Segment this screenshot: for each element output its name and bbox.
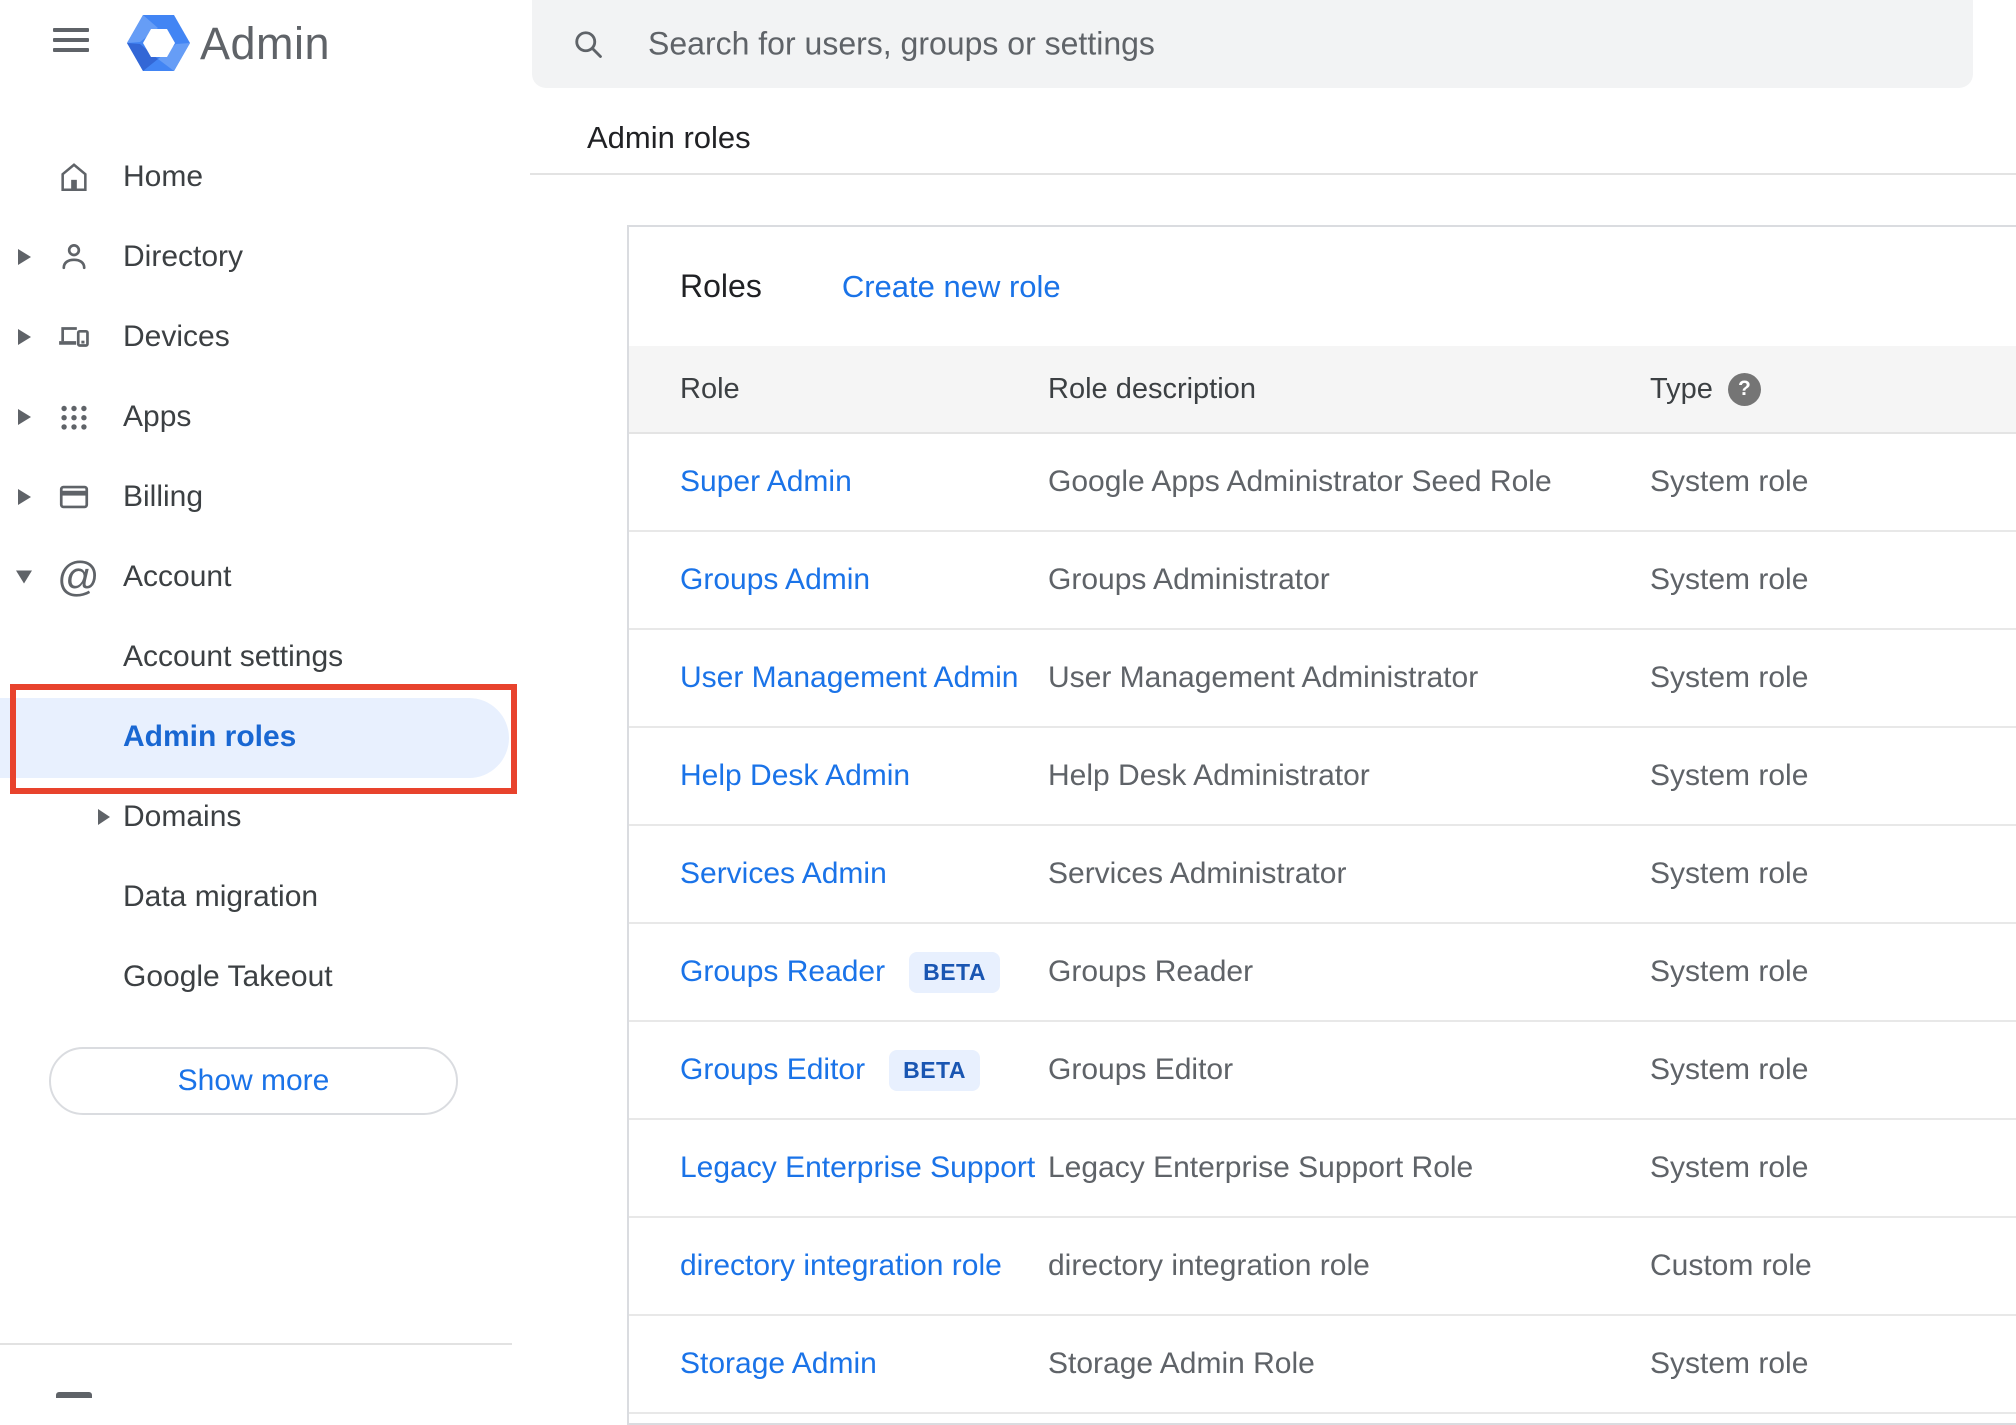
table-row: Legacy Enterprise Support Legacy Enterpr…: [629, 1120, 2016, 1218]
sidebar-item-label: Account settings: [123, 640, 344, 673]
role-link[interactable]: Services Admin: [680, 857, 887, 891]
sidebar-item-label: Devices: [123, 320, 230, 353]
sidebar: Admin Home Directory Devices Apps Billin…: [0, 0, 530, 1398]
role-type: System role: [1650, 955, 1809, 988]
sidebar-item-label: Data migration: [123, 880, 319, 913]
role-link[interactable]: Super Admin: [680, 465, 852, 499]
role-description: Groups Reader: [1048, 955, 1254, 988]
clipped-sidebar-icon: [56, 1392, 92, 1398]
table-body: Super Admin Google Apps Administrator Se…: [629, 434, 2016, 1414]
create-new-role-link[interactable]: Create new role: [842, 269, 1061, 305]
sidebar-item-data-migration[interactable]: Data migration: [0, 857, 530, 937]
sidebar-item-label: Domains: [123, 800, 242, 833]
role-link[interactable]: directory integration role: [680, 1249, 1002, 1283]
person-icon: [57, 240, 91, 274]
role-type: System role: [1650, 759, 1809, 792]
table-row: Groups Admin Groups Administrator System…: [629, 532, 2016, 630]
role-type: System role: [1650, 857, 1809, 890]
table-row: Help Desk Admin Help Desk Administrator …: [629, 728, 2016, 826]
role-description: directory integration role: [1048, 1249, 1370, 1282]
annotation-highlight-box: [10, 684, 517, 794]
search-icon: [570, 26, 606, 62]
card-header: Roles Create new role: [629, 227, 2016, 346]
sidebar-item-billing[interactable]: Billing: [0, 457, 530, 537]
expand-caret-icon[interactable]: [18, 249, 31, 265]
column-header-description: Role description: [1048, 372, 1256, 405]
role-description: User Management Administrator: [1048, 661, 1479, 694]
role-type: System role: [1650, 1053, 1809, 1086]
sidebar-item-label: Apps: [123, 400, 192, 433]
collapse-caret-icon[interactable]: [16, 570, 32, 584]
roles-card: Roles Create new role Role Role descript…: [627, 225, 2016, 1425]
sidebar-item-account[interactable]: @ Account: [0, 537, 530, 617]
at-sign-icon: @: [57, 553, 100, 600]
apps-grid-icon: [57, 400, 91, 434]
role-type: Custom role: [1650, 1249, 1812, 1282]
beta-badge: BETA: [889, 1049, 980, 1091]
role-link[interactable]: Groups Admin: [680, 563, 870, 597]
show-more-button[interactable]: Show more: [49, 1047, 458, 1115]
role-link[interactable]: Help Desk Admin: [680, 759, 910, 793]
role-link[interactable]: Groups Editor: [680, 1053, 865, 1087]
sidebar-item-label: Home: [123, 160, 204, 193]
table-row: User Management Admin User Management Ad…: [629, 630, 2016, 728]
sidebar-item-devices[interactable]: Devices: [0, 297, 530, 377]
column-header-role: Role: [680, 372, 740, 405]
table-row: directory integration role directory int…: [629, 1218, 2016, 1316]
role-type: System role: [1650, 1347, 1809, 1380]
main-content: Search for users, groups or settings Adm…: [530, 0, 2016, 1425]
admin-logo-icon[interactable]: [127, 15, 190, 78]
expand-caret-icon[interactable]: [98, 809, 110, 825]
column-header-type: Type: [1650, 372, 1713, 405]
breadcrumb: Admin roles: [587, 120, 751, 155]
home-icon: [57, 160, 91, 194]
role-link[interactable]: Legacy Enterprise Support: [680, 1151, 1035, 1185]
table-row: Storage Admin Storage Admin Role System …: [629, 1316, 2016, 1414]
role-description: Help Desk Administrator: [1048, 759, 1370, 792]
role-type: System role: [1650, 465, 1809, 498]
sidebar-item-label: Account: [123, 560, 232, 593]
role-type: System role: [1650, 661, 1809, 694]
sidebar-divider: [0, 1343, 512, 1345]
credit-card-icon: [57, 480, 91, 514]
table-row: Groups Editor BETA Groups Editor System …: [629, 1022, 2016, 1120]
sidebar-item-label: Directory: [123, 240, 244, 273]
question-mark-help-icon[interactable]: ?: [1727, 372, 1761, 406]
app-title: Admin: [200, 18, 331, 69]
role-link[interactable]: Groups Reader: [680, 955, 885, 989]
expand-caret-icon[interactable]: [18, 329, 31, 345]
role-description: Legacy Enterprise Support Role: [1048, 1151, 1474, 1184]
sidebar-item-apps[interactable]: Apps: [0, 377, 530, 457]
sidebar-item-label: Google Takeout: [123, 960, 333, 993]
sidebar-item-home[interactable]: Home: [0, 137, 530, 217]
table-row: Super Admin Google Apps Administrator Se…: [629, 434, 2016, 532]
role-link[interactable]: User Management Admin: [680, 661, 1019, 695]
card-title: Roles: [680, 268, 762, 304]
devices-icon: [57, 320, 91, 354]
role-description: Groups Editor: [1048, 1053, 1234, 1086]
role-link[interactable]: Storage Admin: [680, 1347, 877, 1381]
hamburger-menu-icon[interactable]: [53, 28, 89, 56]
expand-caret-icon[interactable]: [18, 489, 31, 505]
role-description: Groups Administrator: [1048, 563, 1330, 596]
beta-badge: BETA: [909, 951, 1001, 993]
table-row: Services Admin Services Administrator Sy…: [629, 826, 2016, 924]
table-row: Groups Reader BETA Groups Reader System …: [629, 924, 2016, 1022]
role-type: System role: [1650, 1151, 1809, 1184]
sidebar-item-google-takeout[interactable]: Google Takeout: [0, 937, 530, 1017]
role-description: Services Administrator: [1048, 857, 1347, 890]
role-description: Storage Admin Role: [1048, 1347, 1315, 1380]
sidebar-item-directory[interactable]: Directory: [0, 217, 530, 297]
sidebar-item-label: Billing: [123, 480, 204, 513]
role-description: Google Apps Administrator Seed Role: [1048, 465, 1552, 498]
search-placeholder: Search for users, groups or settings: [648, 25, 1155, 62]
header-divider: [530, 173, 2016, 175]
search-input[interactable]: Search for users, groups or settings: [532, 0, 1973, 88]
expand-caret-icon[interactable]: [18, 409, 31, 425]
table-header-row: Role Role description Type ?: [629, 346, 2016, 434]
role-type: System role: [1650, 563, 1809, 596]
